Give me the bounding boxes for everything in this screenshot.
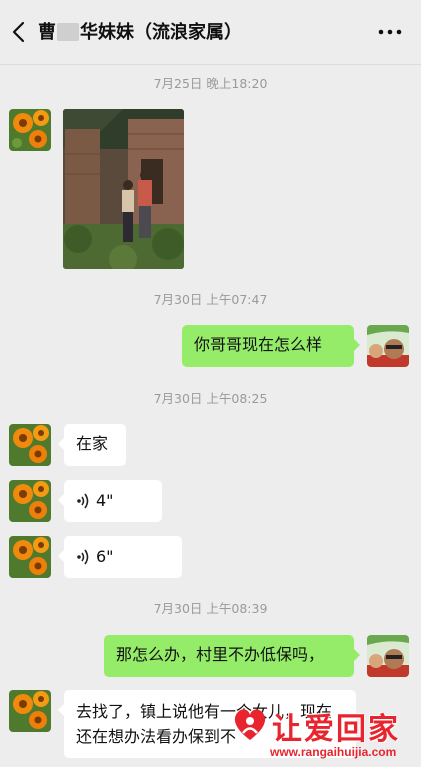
photo-message[interactable] xyxy=(63,109,184,269)
voice-message[interactable]: 4" xyxy=(58,480,162,522)
voice-wave-icon xyxy=(77,549,89,565)
incoming-message[interactable]: 在家 xyxy=(58,424,126,466)
flower-avatar-icon xyxy=(9,536,51,578)
message-text: 在家 xyxy=(76,434,109,453)
avatar-self[interactable] xyxy=(367,635,409,677)
watermark-url: www.rangaihuijia.com xyxy=(270,745,397,759)
chat-title-suffix: 华妹妹（流浪家属） xyxy=(80,22,242,43)
user-avatar-icon xyxy=(367,325,409,367)
voice-duration: 4" xyxy=(96,491,114,510)
voice-duration: 6" xyxy=(96,547,114,566)
timestamp: 7月30日 上午08:39 xyxy=(153,601,268,616)
outgoing-message[interactable]: 那怎么办，村里不办低保吗， xyxy=(104,635,360,677)
avatar-contact[interactable] xyxy=(9,690,51,732)
message-text: 你哥哥现在怎么样 xyxy=(194,335,323,354)
chat-title: 曹 华妹妹（流浪家属） xyxy=(38,18,242,48)
chevron-left-icon[interactable] xyxy=(8,18,32,46)
top-bar: 曹 华妹妹（流浪家属） xyxy=(0,0,421,65)
message-text: 那怎么办，村里不办低保吗， xyxy=(116,645,325,664)
avatar-self[interactable] xyxy=(367,325,409,367)
voice-wave-icon xyxy=(77,493,89,509)
chat-title-prefix: 曹 xyxy=(38,22,56,43)
timestamp: 7月25日 晚上18:20 xyxy=(153,76,268,91)
heart-logo-icon xyxy=(234,709,266,740)
avatar-contact[interactable] xyxy=(9,480,51,522)
avatar-contact[interactable] xyxy=(9,536,51,578)
timestamp: 7月30日 上午08:25 xyxy=(153,391,268,406)
flower-avatar-icon xyxy=(9,109,51,151)
avatar-contact[interactable] xyxy=(9,109,51,151)
watermark: 让爱回家 www.rangaihuijia.com xyxy=(230,700,420,766)
photo-image xyxy=(63,109,184,269)
watermark-text: 让爱回家 xyxy=(272,712,400,747)
more-dots-icon[interactable] xyxy=(377,28,403,36)
flower-avatar-icon xyxy=(9,480,51,522)
avatar-contact[interactable] xyxy=(9,424,51,466)
voice-message[interactable]: 6" xyxy=(58,536,182,578)
user-avatar-icon xyxy=(367,635,409,677)
outgoing-message[interactable]: 你哥哥现在怎么样 xyxy=(182,325,360,367)
flower-avatar-icon xyxy=(9,690,51,732)
flower-avatar-icon xyxy=(9,424,51,466)
redacted-mask xyxy=(57,23,79,41)
timestamp: 7月30日 上午07:47 xyxy=(153,292,268,307)
